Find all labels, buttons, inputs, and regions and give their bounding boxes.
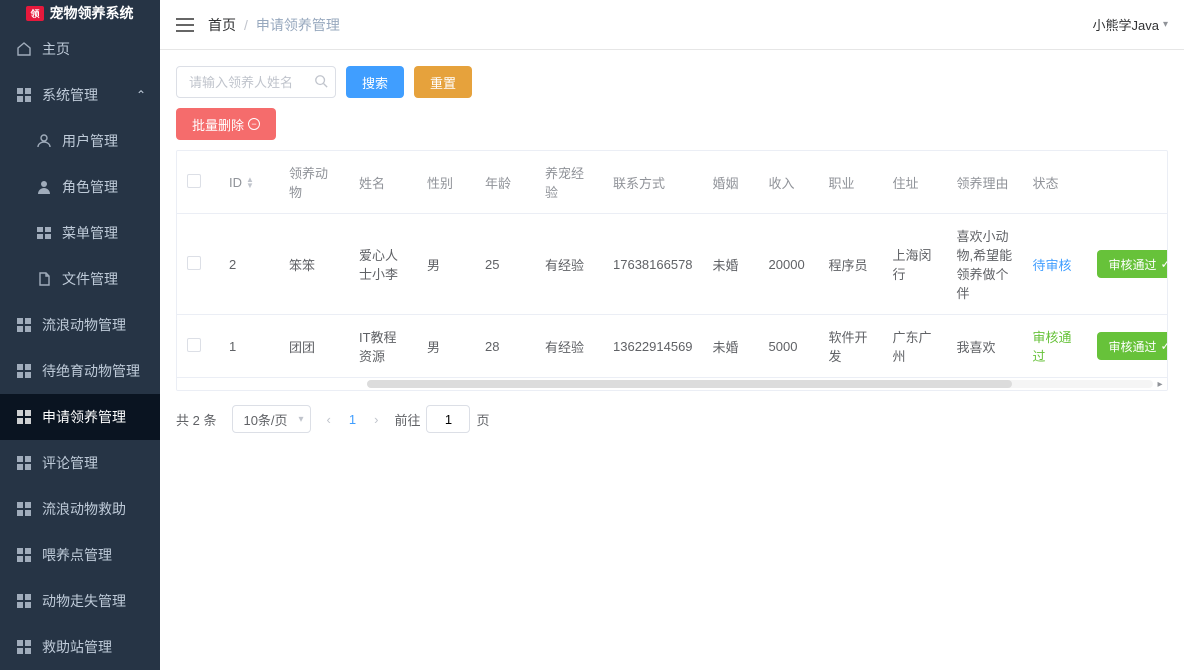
grid-icon (16, 318, 32, 332)
sidebar-item[interactable]: 流浪动物救助 (0, 486, 160, 532)
grid-icon (16, 548, 32, 562)
sidebar-item-label: 流浪动物救助 (42, 499, 126, 519)
row-checkbox[interactable] (187, 338, 201, 352)
user-menu[interactable]: 小熊学Java ▾ (1093, 15, 1169, 34)
status-badge: 待审核 (1033, 258, 1072, 273)
page-jump-input[interactable] (426, 405, 470, 433)
page-number[interactable]: 1 (349, 412, 356, 427)
sidebar-item-label: 用户管理 (62, 131, 118, 151)
sidebar-item-label: 待绝育动物管理 (42, 361, 140, 381)
sidebar-item[interactable]: 评论管理 (0, 440, 160, 486)
chevron-down-icon: ▾ (1163, 19, 1168, 30)
grid-icon (16, 88, 32, 102)
sidebar: 领 宠物领养系统 主页系统管理 ⌃ 用户管理角色管理菜单管理文件管理流浪动物管理待绝… (0, 0, 160, 670)
breadcrumb-sep: / (244, 17, 248, 33)
user-name: 小熊学Java (1093, 15, 1159, 34)
page-size-select[interactable]: 10条/页 ▾ (232, 405, 310, 433)
sidebar-item[interactable]: 流浪动物管理 (0, 302, 160, 348)
reset-button[interactable]: 重置 (414, 66, 472, 98)
sidebar-item[interactable]: 待绝育动物管理 (0, 348, 160, 394)
prev-page-button[interactable]: ‹ (327, 412, 331, 427)
row-checkbox[interactable] (187, 256, 201, 270)
search-button[interactable]: 搜索 (346, 66, 404, 98)
sidebar-item-label: 角色管理 (62, 177, 118, 197)
breadcrumb-current: 申请领养管理 (256, 15, 340, 35)
grid-icon (16, 594, 32, 608)
sidebar-item-label: 评论管理 (42, 453, 98, 473)
sidebar-item[interactable]: 文件管理 (0, 256, 160, 302)
sidebar-item[interactable]: 救助站管理 (0, 624, 160, 670)
sidebar-item-label: 申请领养管理 (42, 407, 126, 427)
breadcrumb: 首页 / 申请领养管理 (208, 15, 340, 35)
sidebar-item-label: 流浪动物管理 (42, 315, 126, 335)
sidebar-item-label: 菜单管理 (62, 223, 118, 243)
table-row: 1团团IT教程资源男28有经验13622914569未婚5000软件开发广东广州… (177, 315, 1167, 378)
sidebar-item-label: 救助站管理 (42, 637, 112, 657)
sidebar-item-label: 主页 (42, 39, 70, 59)
sidebar-item[interactable]: 系统管理 ⌃ (0, 72, 160, 118)
approve-button[interactable]: 审核通过 ✓ (1097, 250, 1167, 278)
user-icon (36, 134, 52, 148)
breadcrumb-home[interactable]: 首页 (208, 15, 236, 35)
pagination: 共 2 条 10条/页 ▾ ‹ 1 › 前往 页 (176, 405, 1168, 433)
check-icon: ✓ (1161, 257, 1167, 271)
horizontal-scrollbar[interactable]: ▸ (177, 378, 1167, 390)
sidebar-item[interactable]: 申请领养管理 (0, 394, 160, 440)
person-icon (36, 180, 52, 194)
sort-icon[interactable]: ▲▼ (246, 177, 254, 189)
sidebar-item-label: 喂养点管理 (42, 545, 112, 565)
grid-icon (16, 456, 32, 470)
logo: 领 宠物领养系统 (0, 0, 160, 26)
search-input[interactable] (176, 66, 336, 98)
sidebar-menu: 主页系统管理 ⌃ 用户管理角色管理菜单管理文件管理流浪动物管理待绝育动物管理申请领养… (0, 26, 160, 670)
sidebar-item-label: 文件管理 (62, 269, 118, 289)
table-row: 2笨笨爱心人士小李男25有经验17638166578未婚20000程序员上海闵行… (177, 214, 1167, 315)
sidebar-item[interactable]: 角色管理 (0, 164, 160, 210)
home-icon (16, 41, 32, 57)
app-title: 宠物领养系统 (50, 3, 134, 23)
minus-circle-icon: − (248, 118, 260, 130)
chevron-up-icon: ⌃ (136, 88, 146, 102)
sidebar-item-label: 动物走失管理 (42, 591, 126, 611)
file-icon (36, 272, 52, 286)
content: 搜索 重置 批量删除 − ID▲▼ 领养动物 (160, 50, 1184, 670)
sidebar-item-label: 系统管理 (42, 85, 98, 105)
sidebar-item[interactable]: 主页 (0, 26, 160, 72)
sidebar-item[interactable]: 动物走失管理 (0, 578, 160, 624)
chevron-down-icon: ▾ (299, 414, 304, 425)
batch-delete-button[interactable]: 批量删除 − (176, 108, 276, 140)
grid-icon (16, 502, 32, 516)
status-badge: 审核通过 (1033, 330, 1072, 364)
next-page-button[interactable]: › (374, 412, 378, 427)
grid-icon (16, 640, 32, 654)
approve-button[interactable]: 审核通过 ✓ (1097, 332, 1167, 360)
header: 首页 / 申请领养管理 小熊学Java ▾ (160, 0, 1184, 50)
grid-icon (16, 364, 32, 378)
sidebar-item[interactable]: 菜单管理 (0, 210, 160, 256)
select-all-checkbox[interactable] (187, 174, 201, 188)
logo-badge: 领 (26, 6, 43, 21)
grid-icon (16, 410, 32, 424)
sidebar-item[interactable]: 用户管理 (0, 118, 160, 164)
data-table: ID▲▼ 领养动物 姓名 性别 年龄 养宠经验 联系方式 婚姻 收入 职业 住址 (176, 150, 1168, 391)
pagination-total: 共 2 条 (176, 410, 216, 429)
sidebar-item[interactable]: 喂养点管理 (0, 532, 160, 578)
check-icon: ✓ (1161, 339, 1167, 353)
hamburger-icon[interactable] (176, 18, 194, 32)
menu-icon (36, 226, 52, 240)
